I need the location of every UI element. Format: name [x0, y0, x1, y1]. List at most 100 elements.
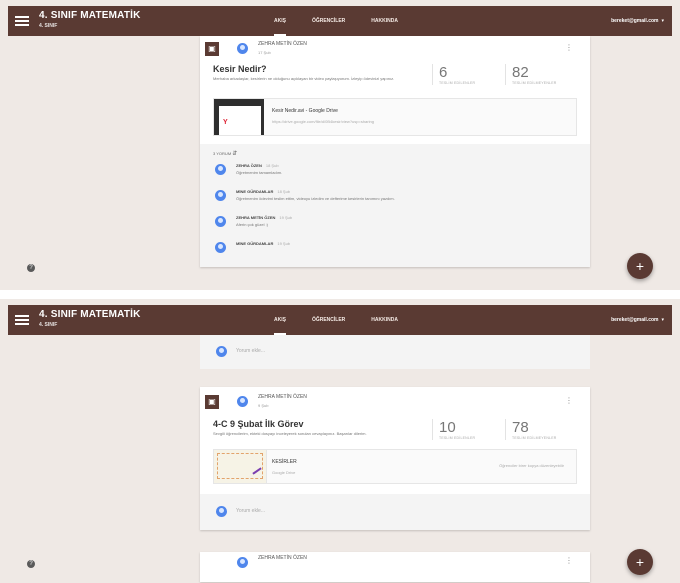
submission-stats: 6 TESLİM EDİLENLER 82 TESLİM EDİLMEYENLE… — [428, 64, 574, 85]
nav-tabs: AKIŞ ÖĞRENCİLER HAKKINDA — [274, 6, 424, 36]
add-button[interactable]: + — [627, 253, 653, 279]
stat-label: TESLİM EDİLMEYENLER — [512, 81, 557, 85]
attachment-title: Kesir Nedir.avi - Google Drive — [272, 108, 338, 114]
attachment-permission[interactable]: Öğrenciler birer kopya düzenleyebilir — [499, 463, 564, 468]
more-options-icon[interactable]: ⋮ — [565, 43, 573, 52]
stat-not-turned-in[interactable]: 82 TESLİM EDİLMEYENLER — [505, 64, 574, 85]
tab-stream[interactable]: AKIŞ — [274, 6, 286, 36]
stat-label: TESLİM EDİLENLER — [439, 436, 476, 440]
post-card: ZEHRA METİN ÖZEN ⋮ — [200, 552, 590, 582]
chevron-down-icon: ▾ — [661, 317, 664, 323]
more-options-icon[interactable]: ⋮ — [565, 396, 573, 405]
attachment-title: KESİRLER — [272, 459, 297, 465]
comment-item: MİNE GÜRDAMLAR 18 Şub Öğretmenim ödevimi … — [200, 187, 590, 213]
right-sidebar — [590, 36, 672, 290]
class-name: 4. SINIF MATEMATİK — [39, 10, 141, 21]
post-date: 9 Şub — [258, 403, 269, 408]
comment-input[interactable]: Yorum ekle... — [236, 508, 265, 514]
comment-author: MİNE GÜRDAMLAR 19 Şub — [236, 241, 291, 246]
avatar — [215, 190, 226, 201]
stream: ▣ ZEHRA METİN ÖZEN 17 Şub ⋮ Kesir Nedir?… — [200, 36, 590, 267]
stream-view-1: ▣ ZEHRA METİN ÖZEN 17 Şub ⋮ Kesir Nedir?… — [0, 0, 680, 290]
post-author: ZEHRA METİN ÖZEN — [258, 41, 307, 47]
post-author: ZEHRA METİN ÖZEN — [258, 555, 307, 561]
comment-author: ZEHRA METİN ÖZEN 19 Şub — [236, 215, 293, 220]
comment-text: Öğretmenim ödevimi teslim ettim, videoyu… — [236, 196, 395, 201]
comment-time: 18 Şub — [277, 189, 291, 194]
attachment-source: Google Drive — [272, 470, 296, 475]
stat-label: TESLİM EDİLENLER — [439, 81, 476, 85]
card-spacer — [200, 484, 590, 494]
top-bar: 4. SINIF MATEMATİK 4. SINIF AKIŞ ÖĞRENCİ… — [8, 6, 672, 36]
stat-value: 10 — [439, 419, 456, 436]
class-section: 4. SINIF — [39, 322, 58, 328]
account-email: bereket@gmail.com — [611, 18, 659, 24]
left-sidebar — [8, 36, 198, 290]
post-body: Kesir Nedir? Merhaba arkadaşlar, kesirle… — [200, 64, 590, 88]
account-menu[interactable]: bereket@gmail.com ▾ — [611, 6, 664, 36]
post-body: 4-C 9 Şubat İlk Görev Sevgili öğrenciler… — [200, 419, 590, 443]
tab-students[interactable]: ÖĞRENCİLER — [312, 6, 345, 36]
tab-students[interactable]: ÖĞRENCİLER — [312, 305, 345, 335]
stat-not-turned-in[interactable]: 78 TESLİM EDİLMEYENLER — [505, 419, 574, 440]
help-icon[interactable]: ? — [27, 264, 35, 272]
tab-about[interactable]: HAKKINDA — [371, 6, 398, 36]
class-title[interactable]: 4. SINIF MATEMATİK 4. SINIF — [39, 11, 141, 31]
comment-item: MİNE GÜRDAMLAR 19 Şub — [200, 239, 590, 265]
avatar — [216, 346, 227, 357]
comments-header[interactable]: 3 YORUM ⇵ — [213, 150, 590, 157]
add-button[interactable]: + — [627, 549, 653, 575]
thumbnail-mark: Y — [223, 119, 228, 126]
comment-item: ZEHRA METİN ÖZEN 19 Şub Aferin çok güzel … — [200, 213, 590, 239]
post-header: ▣ ZEHRA METİN ÖZEN 9 Şub ⋮ — [200, 387, 590, 417]
assignment-icon: ▣ — [205, 42, 219, 56]
right-sidebar — [590, 335, 672, 583]
comment-composer[interactable]: Yorum ekle... — [200, 335, 590, 369]
tab-stream[interactable]: AKIŞ — [274, 305, 286, 335]
avatar — [215, 242, 226, 253]
avatar — [237, 396, 248, 407]
post-text: Merhaba arkadaşlar, kesirlerin ne olduğu… — [213, 76, 395, 81]
avatar — [215, 216, 226, 227]
stat-turned-in[interactable]: 6 TESLİM EDİLENLER — [432, 64, 501, 85]
comment-time: 19 Şub — [277, 241, 291, 246]
top-bar: 4. SINIF MATEMATİK 4. SINIF AKIŞ ÖĞRENCİ… — [8, 305, 672, 335]
screenshot-divider — [0, 290, 680, 299]
post-author: ZEHRA METİN ÖZEN — [258, 394, 307, 400]
attachment-drive-video[interactable]: Y Kesir Nedir.avi - Google Drive https:/… — [213, 98, 577, 136]
tab-about[interactable]: HAKKINDA — [371, 305, 398, 335]
comment-author: ZEHRA ÖZEN 18 Şub — [236, 163, 279, 168]
comment-composer[interactable]: Yorum ekle... — [200, 494, 590, 530]
attachment-url: https://drive.google.com/file/d/0B4kesir… — [272, 119, 374, 124]
class-title[interactable]: 4. SINIF MATEMATİK 4. SINIF — [39, 310, 141, 330]
menu-icon[interactable] — [15, 313, 29, 327]
stat-label: TESLİM EDİLMEYENLER — [512, 436, 557, 440]
account-menu[interactable]: bereket@gmail.com ▾ — [611, 305, 664, 335]
attachment-thumbnail: Y — [214, 99, 264, 135]
comment-input[interactable]: Yorum ekle... — [236, 348, 265, 354]
class-section: 4. SINIF — [39, 23, 58, 29]
comment-text: Öğretmenim tamamladım. — [236, 170, 283, 175]
post-date: 17 Şub — [258, 50, 271, 55]
help-icon[interactable]: ? — [27, 560, 35, 568]
stat-turned-in[interactable]: 10 TESLİM EDİLENLER — [432, 419, 501, 440]
comments-section: 3 YORUM ⇵ ZEHRA ÖZEN 18 Şub Öğretmenim ta… — [200, 144, 590, 267]
account-email: bereket@gmail.com — [611, 317, 659, 323]
left-sidebar — [8, 335, 198, 583]
stat-value: 82 — [512, 64, 529, 81]
comment-author: MİNE GÜRDAMLAR 18 Şub — [236, 189, 291, 194]
chevron-down-icon: ▾ — [661, 18, 664, 24]
attachment-thumbnail — [214, 450, 267, 483]
submission-stats: 10 TESLİM EDİLENLER 78 TESLİM EDİLMEYENL… — [428, 419, 574, 440]
post-header: ▣ ZEHRA METİN ÖZEN 17 Şub ⋮ — [200, 36, 590, 62]
comment-time: 19 Şub — [279, 215, 293, 220]
avatar — [215, 164, 226, 175]
post-card: ▣ ZEHRA METİN ÖZEN 17 Şub ⋮ Kesir Nedir?… — [200, 36, 590, 267]
assignment-icon: ▣ — [205, 395, 219, 409]
menu-icon[interactable] — [15, 14, 29, 28]
class-name: 4. SINIF MATEMATİK — [39, 309, 141, 320]
post-card: ▣ ZEHRA METİN ÖZEN 9 Şub ⋮ 4-C 9 Şubat İ… — [200, 387, 590, 530]
more-options-icon[interactable]: ⋮ — [565, 556, 573, 565]
attachment-drive-file[interactable]: KESİRLER Google Drive Öğrenciler birer k… — [213, 449, 577, 484]
post-text: Sevgili öğrencilerim, ekteki dosyayı inc… — [213, 431, 367, 436]
